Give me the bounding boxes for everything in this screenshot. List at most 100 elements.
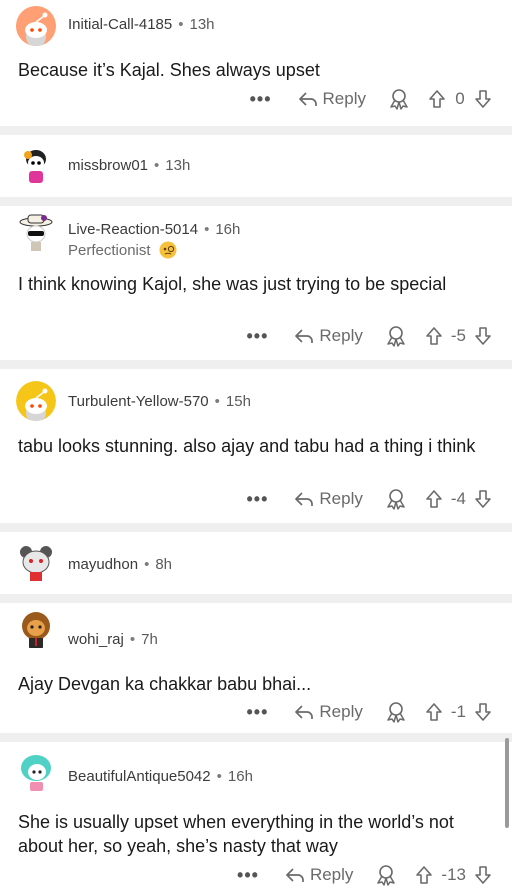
reply-button[interactable]: Reply <box>285 865 353 885</box>
reply-button[interactable]: Reply <box>294 489 363 509</box>
reply-label: Reply <box>309 865 354 884</box>
more-options-button[interactable]: ••• <box>247 702 269 723</box>
timestamp: 15h <box>225 393 251 410</box>
award-icon <box>377 865 396 886</box>
scrollbar[interactable] <box>505 738 509 828</box>
reply-label: Reply <box>319 702 363 721</box>
monocle-face-icon <box>159 241 177 259</box>
comment: Initial-Call-4185 • 13h Because it’s Kajal… <box>0 0 512 126</box>
upvote-button[interactable] <box>425 489 443 509</box>
timestamp: 13h <box>165 157 191 174</box>
separator: • <box>154 157 160 174</box>
downvote-arrow-icon <box>475 90 491 108</box>
comment-body: Because it’s Kajal. Shes always upset <box>18 60 320 80</box>
downvote-button[interactable] <box>474 89 492 109</box>
comment-meta: mayudhon • 8h <box>68 556 172 573</box>
downvote-button[interactable] <box>474 326 492 346</box>
more-options-button[interactable]: ••• <box>237 865 259 886</box>
avatar[interactable] <box>16 145 56 185</box>
divider <box>0 197 512 206</box>
award-button[interactable] <box>375 864 415 886</box>
upvote-arrow-icon <box>426 327 442 345</box>
comment-body: I think knowing Kajol, she was just tryi… <box>18 274 447 294</box>
comment: BeautifulAntique5042 • 16h She is usually … <box>0 742 512 886</box>
award-icon <box>387 489 405 510</box>
avatar[interactable] <box>16 609 56 649</box>
snoo-teal-hair-icon <box>16 752 56 792</box>
comment: Turbulent-Yellow-570 • 15h tabu looks stun… <box>0 369 512 523</box>
award-icon <box>390 89 408 110</box>
separator: • <box>129 631 136 648</box>
snoo-hat-sunglasses-icon <box>16 212 56 252</box>
upvote-arrow-icon <box>416 866 433 884</box>
more-options-button[interactable]: ••• <box>247 326 269 347</box>
award-icon <box>387 326 405 347</box>
reply-label: Reply <box>319 326 363 345</box>
more-options-button[interactable]: ••• <box>250 89 272 110</box>
snoo-orange-icon <box>16 6 56 46</box>
comment-meta: wohi_raj • 7h <box>68 631 158 648</box>
vote-score: 0 <box>455 89 465 108</box>
more-options-button[interactable]: ••• <box>247 489 269 510</box>
username[interactable]: Turbulent-Yellow-570 <box>68 393 209 410</box>
comment: wohi_raj • 7h Ajay Devgan ka chakkar babu … <box>0 603 512 733</box>
username[interactable]: BeautifulAntique5042 <box>68 768 211 785</box>
reply-label: Reply <box>322 89 366 108</box>
reply-icon <box>295 705 314 719</box>
divider <box>0 360 512 369</box>
avatar[interactable] <box>16 542 56 582</box>
downvote-button[interactable] <box>474 865 492 885</box>
avatar[interactable] <box>16 381 56 421</box>
username[interactable]: Live-Reaction-5014 <box>68 221 198 238</box>
downvote-button[interactable] <box>474 489 492 509</box>
avatar[interactable] <box>16 212 56 252</box>
reply-icon <box>295 492 314 506</box>
separator: • <box>204 221 210 238</box>
username[interactable]: wohi_raj <box>68 631 124 648</box>
award-icon <box>387 702 405 723</box>
downvote-button[interactable] <box>474 702 492 722</box>
award-button[interactable] <box>385 701 425 723</box>
comment-collapsed[interactable]: missbrow01 • 13h <box>0 135 512 197</box>
comment-body: She is usually upset when everything in … <box>18 812 454 856</box>
upvote-button[interactable] <box>428 89 446 109</box>
timestamp: 13h <box>189 16 215 33</box>
reply-button[interactable]: Reply <box>294 702 363 722</box>
award-button[interactable] <box>385 325 425 347</box>
reply-label: Reply <box>319 489 363 508</box>
avatar[interactable] <box>16 6 56 46</box>
award-button[interactable] <box>388 88 428 110</box>
comment-body: Ajay Devgan ka chakkar babu bhai... <box>18 674 312 694</box>
username[interactable]: mayudhon <box>68 556 138 573</box>
upvote-button[interactable] <box>415 865 433 885</box>
downvote-arrow-icon <box>475 866 491 884</box>
divider <box>0 126 512 135</box>
comment-collapsed[interactable]: mayudhon • 8h <box>0 532 512 594</box>
snoo-custom-girl-icon <box>16 145 56 185</box>
separator: • <box>144 556 150 573</box>
reply-button[interactable]: Reply <box>294 326 363 346</box>
vote-score: -4 <box>450 489 466 508</box>
avatar[interactable] <box>16 752 56 792</box>
timestamp: 7h <box>141 631 158 648</box>
comment-body: tabu looks stunning. also ajay and tabu … <box>18 436 476 456</box>
user-flair: Perfectionist <box>68 241 177 259</box>
vote-score: -5 <box>450 326 466 345</box>
comment-actions: ••• Reply -5 <box>247 323 493 349</box>
timestamp: 8h <box>155 556 173 573</box>
vote-score: -13 <box>441 865 466 884</box>
flair-label: Perfectionist <box>68 241 151 259</box>
username[interactable]: Initial-Call-4185 <box>68 16 172 33</box>
upvote-button[interactable] <box>425 326 443 346</box>
comment-meta: Turbulent-Yellow-570 • 15h <box>68 393 251 410</box>
reply-button[interactable]: Reply <box>298 89 366 109</box>
upvote-button[interactable] <box>425 702 443 722</box>
snoo-bear-icon <box>16 542 56 582</box>
reply-icon <box>295 329 314 343</box>
downvote-arrow-icon <box>475 327 491 345</box>
comment-actions: ••• Reply 0 <box>250 86 492 112</box>
award-button[interactable] <box>385 488 425 510</box>
username[interactable]: missbrow01 <box>68 157 148 174</box>
reply-icon <box>286 868 304 882</box>
timestamp: 16h <box>227 768 253 785</box>
